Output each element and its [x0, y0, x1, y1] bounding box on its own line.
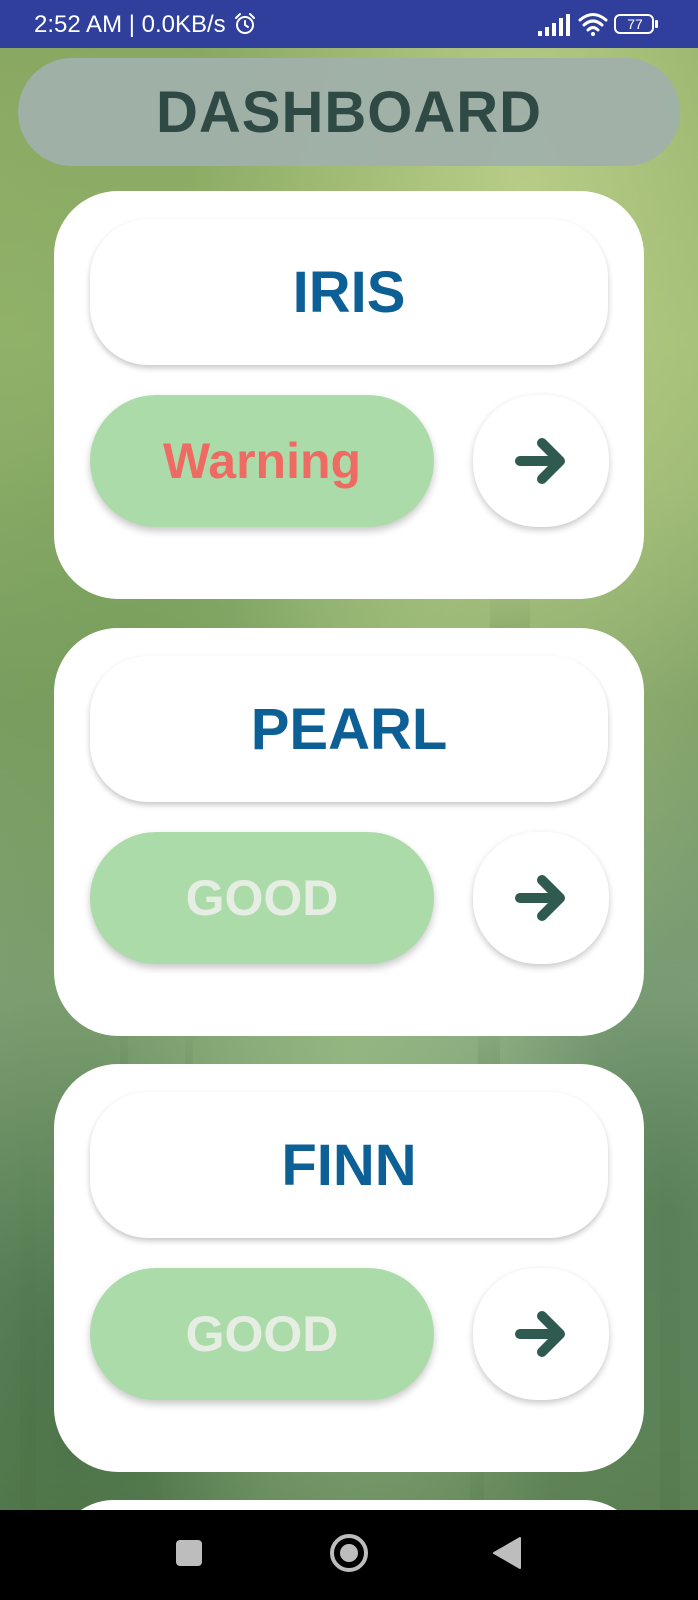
device-name: FINN [281, 1132, 417, 1198]
status-time: 2:52 AM | 0.0KB/s [34, 11, 226, 38]
device-name-box: PEARL [90, 656, 608, 802]
arrow-right-icon [515, 875, 565, 921]
status-button[interactable]: Warning [90, 395, 434, 527]
device-card-pearl: PEARL GOOD [54, 628, 644, 1036]
device-name-box: FINN [90, 1092, 608, 1238]
signal-icon [538, 14, 570, 36]
arrow-right-icon [515, 1311, 565, 1357]
navigation-bar [0, 1510, 698, 1600]
dashboard-header: DASHBOARD [18, 58, 680, 166]
open-details-button[interactable] [473, 395, 609, 527]
status-bar: 2:52 AM | 0.0KB/s 77 [0, 0, 698, 48]
device-card-iris: IRIS Warning [54, 191, 644, 599]
status-button[interactable]: GOOD [90, 832, 434, 964]
device-name: PEARL [250, 696, 448, 762]
back-icon[interactable] [492, 1536, 522, 1570]
device-name: IRIS [292, 259, 406, 325]
status-label: GOOD [185, 870, 339, 926]
battery-level: 77 [627, 16, 643, 32]
status-label: Warning [162, 433, 362, 489]
alarm-icon [235, 13, 255, 34]
open-details-button[interactable] [473, 832, 609, 964]
recents-icon[interactable] [176, 1540, 202, 1566]
device-card-finn: FINN GOOD [54, 1064, 644, 1472]
status-label: GOOD [185, 1306, 339, 1362]
page-title: DASHBOARD [156, 79, 542, 145]
status-button[interactable]: GOOD [90, 1268, 434, 1400]
open-details-button[interactable] [473, 1268, 609, 1400]
arrow-right-icon [515, 438, 565, 484]
home-icon[interactable] [329, 1533, 369, 1573]
wifi-icon [578, 13, 608, 36]
device-name-box: IRIS [90, 219, 608, 365]
